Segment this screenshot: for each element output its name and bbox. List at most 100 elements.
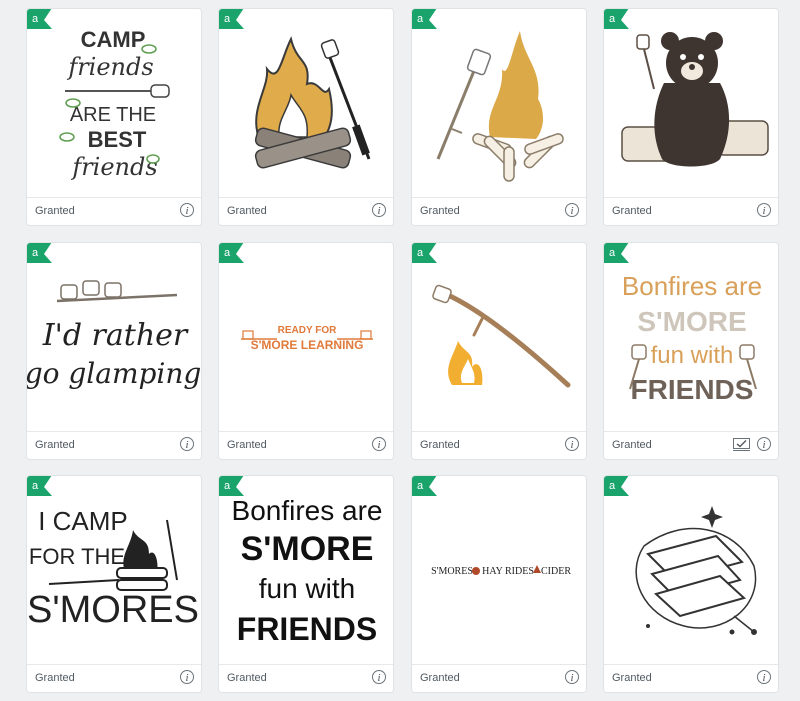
artwork-text: FRIENDS <box>631 374 754 405</box>
status-label: Granted <box>420 205 460 217</box>
card-footer: Granted i <box>412 197 586 225</box>
access-badge-icon: a <box>27 476 52 496</box>
artwork-text: HAY RIDES <box>482 566 534 577</box>
design-thumbnail[interactable]: CAMP friends ARE THE BEST friends <box>27 9 201 197</box>
info-icon[interactable]: i <box>372 670 386 684</box>
svg-text:a: a <box>224 480 231 492</box>
info-icon[interactable]: i <box>372 437 386 451</box>
info-icon[interactable]: i <box>372 203 386 217</box>
status-label: Granted <box>35 672 75 684</box>
design-thumbnail[interactable]: Bonfires are S'MORE fun with FRIENDS <box>604 243 778 431</box>
design-thumbnail[interactable] <box>604 9 778 197</box>
design-card[interactable]: S'MORES HAY RIDES CIDER a Granted i <box>411 475 587 693</box>
card-footer: Granted i <box>412 431 586 459</box>
bonfires-smore-color-artwork: Bonfires are S'MORE fun with FRIENDS <box>622 271 762 405</box>
artwork-text: S'MORE LEARNING <box>251 338 364 352</box>
card-footer: Granted i <box>219 431 393 459</box>
status-label: Granted <box>420 439 460 451</box>
status-label: Granted <box>612 439 652 451</box>
card-footer: Granted i <box>604 197 778 225</box>
artwork-text: READY FOR <box>278 325 337 336</box>
design-thumbnail[interactable] <box>412 9 586 197</box>
design-card[interactable]: I'd rather go glamping a Granted i <box>26 242 202 460</box>
design-card[interactable]: READY FOR S'MORE LEARNING a Granted i <box>218 242 394 460</box>
design-thumbnail[interactable]: S'MORES HAY RIDES CIDER <box>412 476 586 664</box>
design-card[interactable]: a Granted i <box>411 242 587 460</box>
svg-text:a: a <box>32 480 39 492</box>
artwork-text: fun with <box>259 573 356 604</box>
status-label: Granted <box>35 205 75 217</box>
checkbox-icon[interactable] <box>733 438 750 451</box>
smores-hayrides-cider-artwork: S'MORES HAY RIDES CIDER <box>431 565 571 577</box>
design-thumbnail[interactable]: Bonfires are S'MORE fun with FRIENDS <box>219 476 393 664</box>
artwork-text: friends <box>70 153 157 181</box>
bonfire-marshmallow-artwork <box>436 31 564 182</box>
access-badge-icon: a <box>219 243 244 263</box>
access-badge-icon: a <box>219 9 244 29</box>
svg-text:a: a <box>224 13 231 25</box>
artwork-text: Bonfires are <box>622 271 762 301</box>
artwork-text: ARE THE <box>70 104 156 126</box>
access-badge-icon: a <box>412 9 437 29</box>
design-card[interactable]: I CAMP FOR THE S'MORES a Granted i <box>26 475 202 693</box>
info-icon[interactable]: i <box>180 670 194 684</box>
artwork-text: CIDER <box>541 566 571 577</box>
access-badge-icon: a <box>604 243 629 263</box>
artwork-text: I'd rather <box>42 318 189 353</box>
design-card[interactable]: a Granted i <box>603 8 779 226</box>
design-card[interactable]: CAMP friends ARE THE BEST friends a Gran… <box>26 8 202 226</box>
artwork-text: fun with <box>651 342 734 369</box>
status-label: Granted <box>35 439 75 451</box>
card-footer: Granted i <box>219 197 393 225</box>
bear-marshmallow-artwork <box>621 32 769 167</box>
design-thumbnail[interactable]: READY FOR S'MORE LEARNING <box>219 243 393 431</box>
svg-text:a: a <box>32 13 39 25</box>
design-grid: CAMP friends ARE THE BEST friends a Gran… <box>0 0 800 701</box>
campfire-roasting-stick-artwork <box>254 36 371 169</box>
bonfires-smore-black-artwork: Bonfires are S'MORE fun with FRIENDS <box>232 495 383 647</box>
design-card[interactable]: a Granted i <box>218 8 394 226</box>
card-footer: Granted i <box>27 431 201 459</box>
artwork-text: S'MORES <box>27 589 199 631</box>
design-thumbnail[interactable] <box>412 243 586 431</box>
info-icon[interactable]: i <box>565 203 579 217</box>
camp-for-smores-artwork: I CAMP FOR THE S'MORES <box>27 506 199 631</box>
status-label: Granted <box>420 672 460 684</box>
svg-text:a: a <box>417 480 424 492</box>
design-thumbnail[interactable] <box>219 9 393 197</box>
artwork-text: CAMP <box>81 27 146 52</box>
artwork-text: I CAMP <box>38 506 128 536</box>
artwork-text: S'MORES <box>431 566 473 577</box>
info-icon[interactable]: i <box>565 437 579 451</box>
info-icon[interactable]: i <box>757 437 771 451</box>
artwork-text: friends <box>66 53 153 81</box>
camp-friends-artwork: CAMP friends ARE THE BEST friends <box>59 27 170 181</box>
info-icon[interactable]: i <box>757 670 771 684</box>
info-icon[interactable]: i <box>757 203 771 217</box>
design-card[interactable]: a Granted i <box>603 475 779 693</box>
design-card[interactable]: Bonfires are S'MORE fun with FRIENDS a G… <box>603 242 779 460</box>
info-icon[interactable]: i <box>180 203 194 217</box>
artwork-text: FOR THE <box>29 544 125 569</box>
info-icon[interactable]: i <box>565 670 579 684</box>
card-footer: Granted i <box>27 197 201 225</box>
access-badge-icon: a <box>412 243 437 263</box>
svg-text:a: a <box>417 13 424 25</box>
artwork-text: FRIENDS <box>237 611 377 647</box>
svg-text:a: a <box>417 247 424 259</box>
card-footer: Granted i <box>412 664 586 692</box>
design-card[interactable]: Bonfires are S'MORE fun with FRIENDS a G… <box>218 475 394 693</box>
access-badge-icon: a <box>27 243 52 263</box>
status-label: Granted <box>612 205 652 217</box>
design-thumbnail[interactable] <box>604 476 778 664</box>
svg-text:a: a <box>32 247 39 259</box>
roasting-stick-flame-artwork <box>432 284 571 388</box>
design-thumbnail[interactable]: I'd rather go glamping <box>27 243 201 431</box>
artwork-text: Bonfires are <box>232 495 383 526</box>
design-card[interactable]: a Granted i <box>411 8 587 226</box>
artwork-text: S'MORE <box>637 306 746 337</box>
info-icon[interactable]: i <box>180 437 194 451</box>
design-thumbnail[interactable]: I CAMP FOR THE S'MORES <box>27 476 201 664</box>
svg-text:a: a <box>609 13 616 25</box>
status-label: Granted <box>227 205 267 217</box>
